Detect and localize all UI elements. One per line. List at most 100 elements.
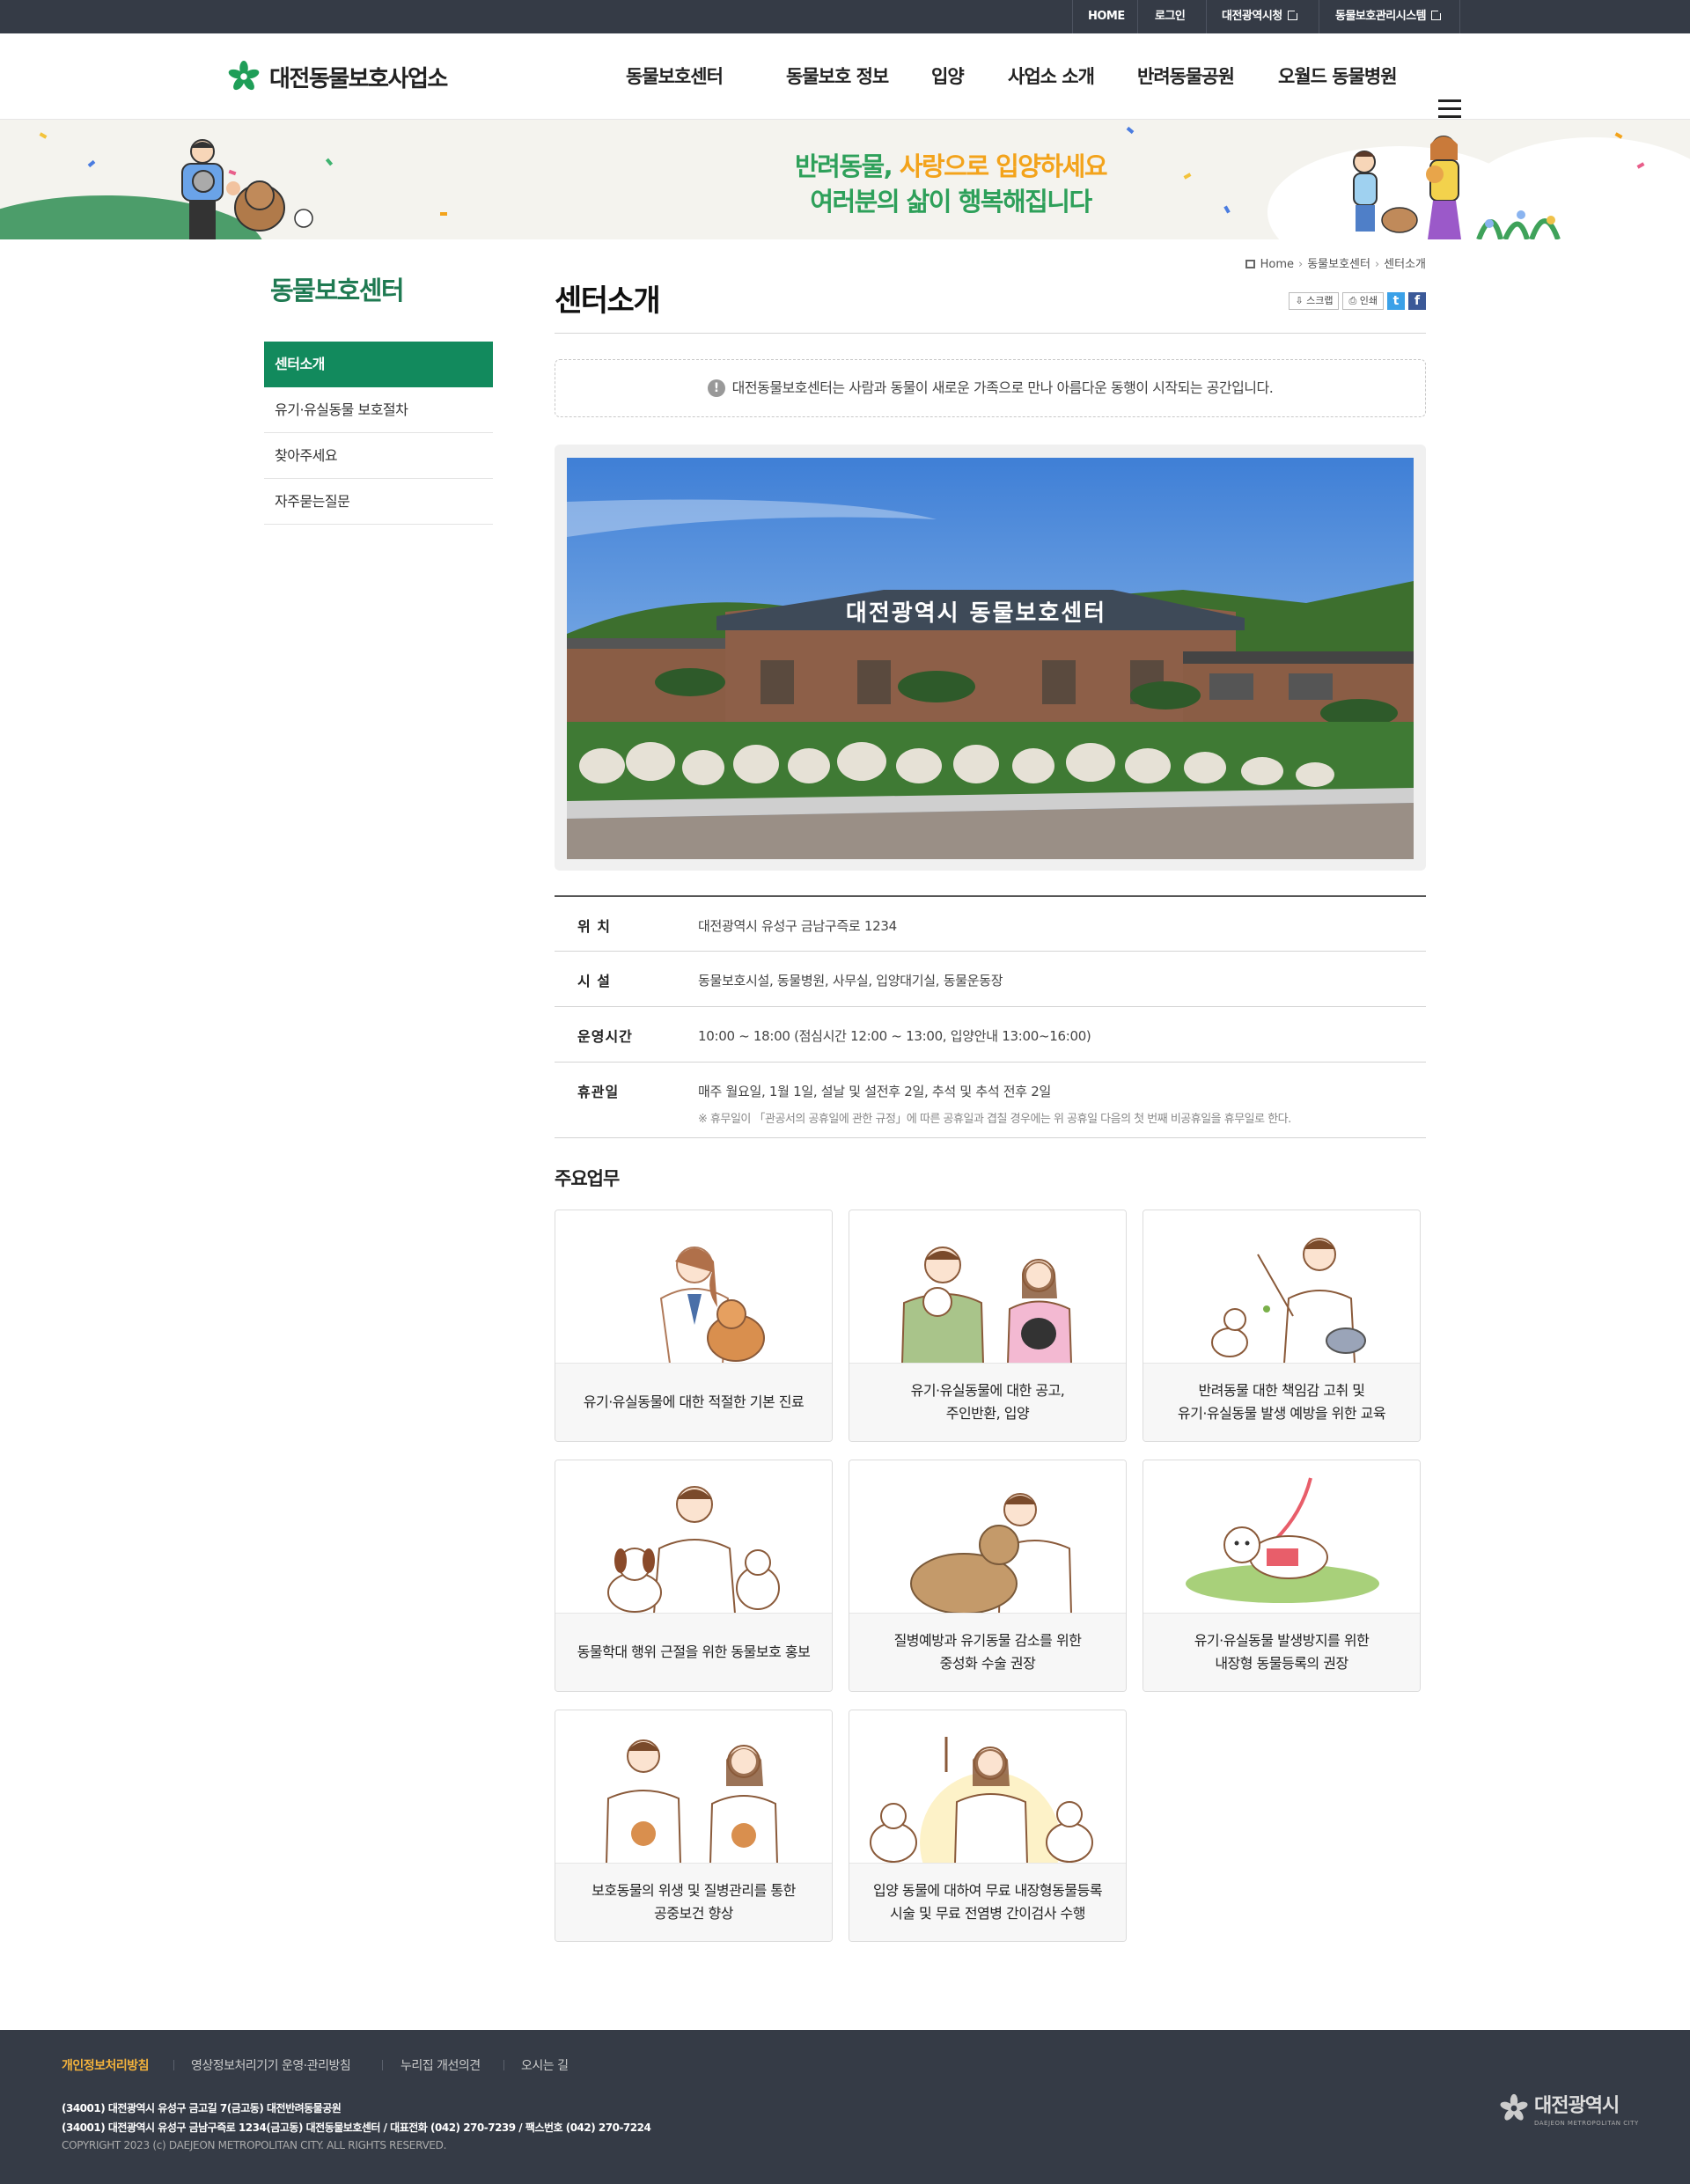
city-emblem-icon	[1500, 2093, 1528, 2121]
breadcrumb-home[interactable]: Home	[1260, 258, 1294, 271]
nav-animal-protection-center[interactable]: 동물보호센터	[626, 59, 724, 94]
city-hall-label: 대전광역시청	[1222, 10, 1282, 23]
divider	[503, 2060, 504, 2070]
vet-hugging-dog-illustration	[849, 1460, 1126, 1614]
center-photo-frame: 대전광역시 동물보호센터	[555, 445, 1426, 871]
home-icon	[1245, 260, 1255, 268]
green-star-logo-icon	[228, 60, 260, 91]
divider	[1072, 0, 1073, 33]
logo-text: 대전동물보호사업소	[269, 65, 448, 92]
info-value: 10:00 ~ 18:00 (점심시간 12:00 ~ 13:00, 입양안내 …	[698, 1028, 1091, 1044]
duty-card: 보호동물의 위생 및 질병관리를 통한 공중보건 향상	[555, 1710, 833, 1942]
divider	[1137, 0, 1138, 33]
footer-copyright: COPYRIGHT 2023 (c) DAEJEON METROPOLITAN …	[62, 2139, 447, 2151]
management-system-link[interactable]: 동물보호관리시스템	[1335, 0, 1444, 33]
two-vets-with-dogs-illustration	[555, 1710, 832, 1864]
home-link[interactable]: HOME	[1088, 0, 1125, 33]
family-with-pets-illustration	[1353, 136, 1561, 239]
info-label: 위 치	[577, 918, 612, 935]
duty-card-caption: 유기·유실동물에 대한 공고, 주인반환, 입양	[849, 1364, 1126, 1441]
twitter-share-icon[interactable]: t	[1387, 292, 1405, 310]
vet-with-cat-illustration	[555, 1210, 832, 1364]
print-button[interactable]: ⎙ 인쇄	[1342, 292, 1384, 310]
breadcrumb-current: 센터소개	[1384, 258, 1426, 271]
daejeon-city-logo: 대전광역시 DAEJEON METROPOLITAN CITY	[1499, 2090, 1639, 2127]
info-row-facilities: 시 설 동물보호시설, 동물병원, 사무실, 입양대기실, 동물운동장	[555, 952, 1426, 1007]
city-logo-text: 대전광역시	[1534, 2095, 1620, 2117]
breadcrumb-separator: ›	[1374, 258, 1380, 271]
login-link[interactable]: 로그인	[1155, 0, 1186, 33]
footer-link-directions[interactable]: 오시는 길	[521, 2056, 569, 2074]
city-hall-link[interactable]: 대전광역시청	[1222, 0, 1299, 33]
divider	[382, 2060, 383, 2070]
scrap-button[interactable]: ⇩ 스크랩	[1289, 292, 1340, 310]
divider	[1459, 0, 1460, 33]
sidebar-item-faq[interactable]: 자주묻는질문	[264, 479, 493, 525]
info-value-group: 매주 월요일, 1월 1일, 설날 및 설전후 2일, 추석 및 추석 전후 2…	[685, 1063, 1426, 1137]
nav-oworld-hospital[interactable]: 오월드 동물병원	[1278, 59, 1398, 94]
duty-card-caption: 보호동물의 위생 및 질병관리를 통한 공중보건 향상	[555, 1864, 832, 1941]
duty-card: 반려동물 대한 책임감 고취 및 유기·유실동물 발생 예방을 위한 교육	[1143, 1210, 1421, 1442]
management-system-label: 동물보호관리시스템	[1335, 10, 1427, 23]
sidebar-menu: 센터소개 유기·유실동물 보호절차 찾아주세요 자주묻는질문	[264, 342, 493, 525]
info-row-closed-days: 휴관일 매주 월요일, 1월 1일, 설날 및 설전후 2일, 추석 및 추석 …	[555, 1063, 1426, 1138]
side-navigation: 동물보호센터 센터소개 유기·유실동물 보호절차 찾아주세요 자주묻는질문	[264, 273, 493, 525]
nav-adoption[interactable]: 입양	[931, 59, 965, 94]
utility-bar: HOME 로그인 대전광역시청 동물보호관리시스템	[0, 0, 1690, 33]
city-logo-subtext: DAEJEON METROPOLITAN CITY	[1534, 2120, 1639, 2127]
duty-card-caption: 반려동물 대한 책임감 고취 및 유기·유실동물 발생 예방을 위한 교육	[1143, 1364, 1420, 1441]
footer-address-center: (34001) 대전광역시 유성구 금남구즉로 1234(금고동) 대전동물보호…	[62, 2121, 651, 2134]
info-row-location: 위 치 대전광역시 유성구 금남구즉로 1234	[555, 897, 1426, 952]
sidebar-title: 동물보호센터	[270, 276, 405, 305]
dog-on-leash-illustration	[1143, 1460, 1420, 1614]
duty-card: 유기·유실동물 발생방지를 위한 내장형 동물등록의 권장	[1143, 1460, 1421, 1692]
duty-card: 입양 동물에 대하여 무료 내장형동물등록 시술 및 무료 전염병 간이검사 수…	[849, 1710, 1127, 1942]
nav-pet-park[interactable]: 반려동물공원	[1137, 59, 1235, 94]
site-logo[interactable]: 대전동물보호사업소	[227, 60, 448, 93]
building-sign: 대전광역시 동물보호센터	[846, 600, 1106, 627]
duty-card-caption: 동물학대 행위 근절을 위한 동물보호 홍보	[555, 1614, 832, 1691]
intro-notice: ! 대전동물보호센터는 사람과 동물이 새로운 가족으로 만나 아름다운 동행이 …	[555, 359, 1426, 417]
duty-card: 질병예방과 유기동물 감소를 위한 중성화 수술 권장	[849, 1460, 1127, 1692]
footer-link-privacy[interactable]: 개인정보처리방침	[62, 2056, 150, 2074]
footer-link-cctv-policy[interactable]: 영상정보처리기기 운영·관리방침	[191, 2056, 351, 2074]
menu-hamburger-icon[interactable]	[1438, 99, 1461, 119]
print-label: 인쇄	[1359, 295, 1378, 306]
hero-banner: 반려동물, 사랑으로 입양하세요 여러분의 삶이 행복해집니다	[0, 120, 1690, 239]
site-footer: 개인정보처리방침 영상정보처리기기 운영·관리방침 누리집 개선의견 오시는 길…	[0, 2030, 1690, 2184]
holiday-note: ※ 휴무일이 「관공서의 공휴일에 관한 규정」에 따른 공휴일과 겹칠 경우에…	[698, 1113, 1291, 1126]
couple-with-pets-illustration	[849, 1210, 1126, 1364]
nav-office-intro[interactable]: 사업소 소개	[1008, 59, 1095, 94]
sidebar-item-center-intro[interactable]: 센터소개	[264, 342, 493, 387]
center-info-table: 위 치 대전광역시 유성구 금남구즉로 1234 시 설 동물보호시설, 동물병…	[555, 895, 1426, 1138]
page-title: 센터소개	[555, 283, 661, 319]
banner-line1-green: 반려동물,	[794, 151, 893, 181]
scrap-label: 스크랩	[1306, 295, 1334, 306]
divider	[1206, 0, 1207, 33]
nav-animal-protection-info[interactable]: 동물보호 정보	[786, 59, 889, 94]
divider	[173, 2060, 174, 2070]
sidebar-item-protection-procedure[interactable]: 유기·유실동물 보호절차	[264, 387, 493, 433]
sidebar-item-find-pet[interactable]: 찾아주세요	[264, 433, 493, 479]
info-label: 시 설	[577, 973, 612, 989]
external-link-icon	[1287, 9, 1299, 20]
breadcrumb-section[interactable]: 동물보호센터	[1307, 258, 1370, 271]
duty-card-caption: 질병예방과 유기동물 감소를 위한 중성화 수술 권장	[849, 1614, 1126, 1691]
main-duties-title: 주요업무	[555, 1168, 620, 1189]
facebook-share-icon[interactable]: f	[1408, 292, 1426, 310]
page-tools: ⇩ 스크랩 ⎙ 인쇄 t f	[1289, 292, 1426, 310]
info-value: 동물보호시설, 동물병원, 사무실, 입양대기실, 동물운동장	[698, 973, 1003, 989]
duty-card-caption: 입양 동물에 대하여 무료 내장형동물등록 시술 및 무료 전염병 간이검사 수…	[849, 1864, 1126, 1941]
duty-card-caption: 유기·유실동물 발생방지를 위한 내장형 동물등록의 권장	[1143, 1614, 1420, 1691]
info-label: 휴관일	[577, 1084, 620, 1100]
vet-training-pets-illustration	[1143, 1210, 1420, 1364]
site-header: 대전동물보호사업소 동물보호센터 동물보호 정보 입양 사업소 소개 반려동물공…	[0, 33, 1690, 120]
exclamation-icon: !	[707, 379, 725, 397]
vet-with-dog-and-cat-illustration	[555, 1460, 832, 1614]
footer-link-feedback[interactable]: 누리집 개선의견	[400, 2056, 481, 2074]
duty-card: 동물학대 행위 근절을 위한 동물보호 홍보	[555, 1460, 833, 1692]
breadcrumb: Home › 동물보호센터 › 센터소개	[1245, 255, 1426, 275]
vet-with-syringe-illustration	[849, 1710, 1126, 1864]
title-divider	[555, 333, 1426, 334]
center-building-photo: 대전광역시 동물보호센터	[567, 458, 1414, 859]
